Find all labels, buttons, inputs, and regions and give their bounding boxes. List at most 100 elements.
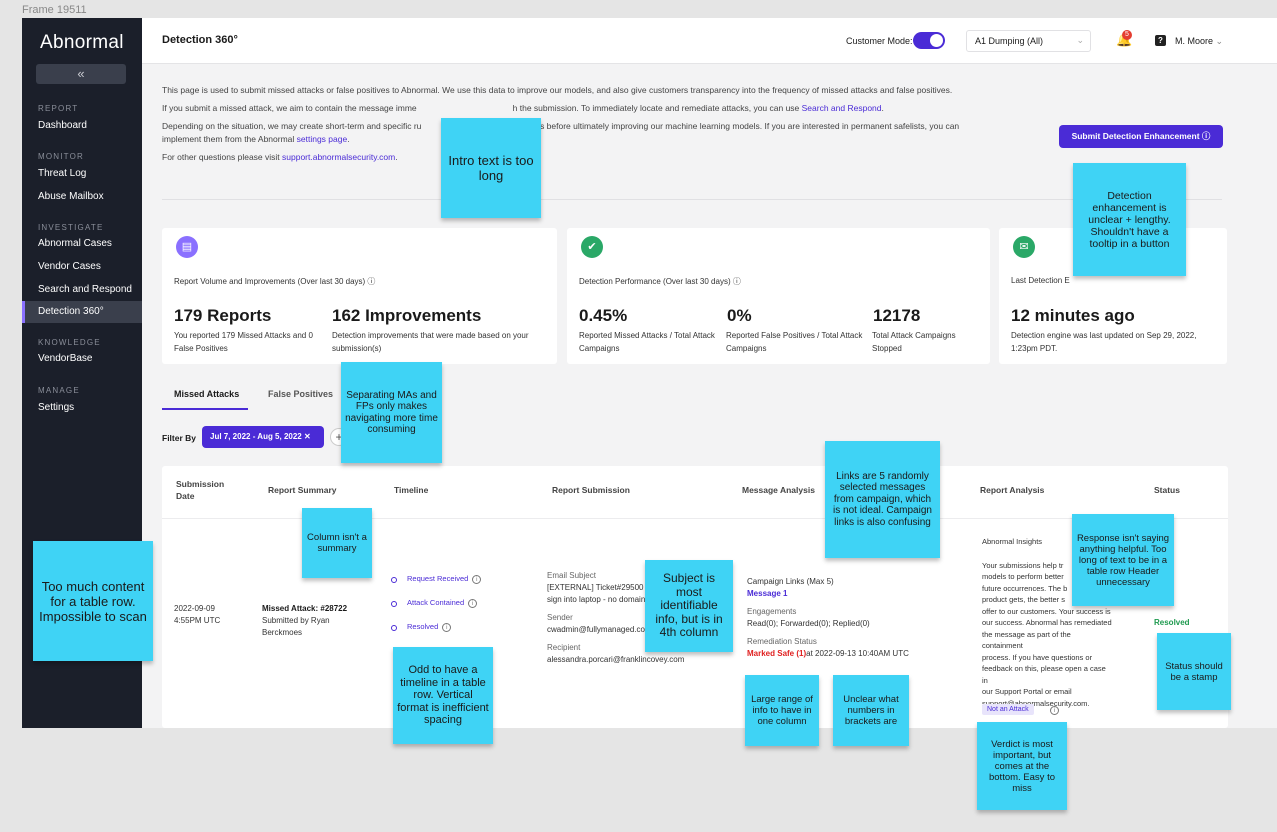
search-and-respond-link[interactable]: Search and Respond [802, 103, 882, 113]
filter-label: Filter By [162, 433, 197, 443]
nav-section-monitor: MONITOR [38, 152, 85, 161]
info-icon[interactable]: i [442, 622, 452, 632]
sticky-note: Status should be a stamp [1157, 633, 1231, 710]
sidebar-item-detection-360[interactable]: Detection 360° [22, 301, 142, 323]
column-header-message-analysis[interactable]: Message Analysis [742, 484, 815, 496]
insights-line: offer to our customers. Your success is [982, 606, 1111, 616]
campaign-links-label: Campaign Links (Max 5) [747, 577, 834, 586]
insights-line: our success. Abnormal has remediated [982, 618, 1112, 627]
shield-icon: ✔ [581, 236, 603, 258]
tenant-select[interactable]: A1 Dumping (All) ⌄ [966, 30, 1091, 52]
sidebar-item-dashboard[interactable]: Dashboard [22, 115, 142, 137]
sticky-note: Column isn't a summary [302, 508, 372, 578]
submit-detection-enhancement-button[interactable]: Submit Detection Enhancement ⓘ [1059, 125, 1223, 148]
timeline-dot [391, 601, 397, 607]
intro-paragraph-4: For other questions please visit support… [162, 152, 398, 162]
settings-page-link[interactable]: settings page [297, 134, 348, 144]
sidebar-item-vendor-cases[interactable]: Vendor Cases [22, 256, 142, 278]
sidebar-item-settings[interactable]: Settings [22, 397, 142, 419]
tenant-select-value: A1 Dumping (All) [975, 36, 1044, 46]
timeline-request-received: Request Received i [407, 574, 482, 584]
sidebar-item-threat-log[interactable]: Threat Log [22, 163, 142, 185]
info-icon[interactable]: i [1050, 706, 1059, 715]
submitted-by: Submitted by Ryan Berckmoes [262, 616, 330, 637]
sidebar-item-vendorbase[interactable]: VendorBase [22, 348, 142, 370]
report-submission: Email Subject [EXTERNAL] Ticket#29500 si… [547, 570, 685, 666]
timeline-dot [391, 625, 397, 631]
engagements-label: Engagements [747, 607, 797, 616]
column-header-date[interactable]: Submission Date [176, 478, 236, 502]
campaigns-stopped: 12178 [873, 306, 921, 325]
reports-desc: You reported 179 Missed Attacks and 0 Fa… [174, 331, 313, 353]
info-icon[interactable]: i [468, 598, 478, 608]
sticky-note: Detection enhancement is unclear + lengt… [1073, 163, 1186, 276]
message-analysis: Campaign Links (Max 5) Message 1 Engagem… [747, 576, 947, 660]
customer-mode-toggle[interactable] [913, 32, 945, 49]
intro-text-segment: For other questions please visit [162, 152, 283, 162]
top-header: Detection 360° Customer Mode: A1 Dumping… [142, 18, 1277, 64]
last-update-desc: Detection engine was last updated on Sep… [1011, 331, 1197, 353]
column-header-report-analysis[interactable]: Report Analysis [980, 484, 1044, 496]
nav-section-report: REPORT [38, 104, 79, 113]
logo[interactable]: Abnormal [40, 32, 124, 54]
sticky-note: Verdict is most important, but comes at … [977, 722, 1067, 810]
sticky-note: Response isn't saying anything helpful. … [1072, 514, 1174, 606]
sender: cwadmin@fullymanaged.co [547, 625, 645, 634]
nav-section-investigate: INVESTIGATE [38, 223, 104, 232]
column-header-summary[interactable]: Report Summary [268, 484, 337, 496]
remediation-label: Remediation Status [747, 637, 817, 646]
sticky-note: Too much content for a table row. Imposs… [33, 541, 153, 661]
chat-icon: ▤ [176, 236, 198, 258]
insights-line: the message as part of the containment [982, 629, 1071, 651]
chevron-down-icon: ⌄ [1215, 36, 1224, 46]
active-tab-indicator [162, 408, 248, 410]
help-icon[interactable]: ? [1155, 35, 1166, 46]
column-header-timeline[interactable]: Timeline [394, 484, 428, 496]
intro-text-segment: If you submit a missed attack, we aim to… [162, 103, 417, 113]
email-subject: [EXTERNAL] Ticket#29500 [547, 583, 644, 592]
missed-rate-desc: Reported Missed Attacks / Total Attack C… [579, 331, 715, 353]
recipient: alessandra.porcari@franklincovey.com [547, 655, 685, 664]
sidebar-item-abuse-mailbox[interactable]: Abuse Mailbox [22, 186, 142, 208]
sidebar-item-search-and-respond[interactable]: Search and Respond [22, 279, 142, 301]
toggle-knob [930, 34, 943, 47]
sticky-note: Links are 5 randomly selected messages f… [825, 441, 940, 558]
last-update-time: 12 minutes ago [1011, 306, 1135, 325]
column-header-submission[interactable]: Report Submission [552, 484, 630, 496]
improvements-desc: Detection improvements that were made ba… [332, 331, 529, 353]
support-link[interactable]: support.abnormalsecurity.com [282, 152, 395, 162]
missed-rate: 0.45% [579, 306, 628, 325]
campaign-message-link[interactable]: Message 1 [747, 588, 947, 600]
engagements: Read(0); Forwarded(0); Replied(0) [747, 619, 870, 628]
nav-section-knowledge: KNOWLEDGE [38, 338, 101, 347]
info-icon[interactable]: i [472, 574, 482, 584]
intro-text: This page is used to submit missed attac… [162, 84, 972, 169]
user-menu[interactable]: M. Moore ⌄ [1175, 36, 1223, 47]
collapse-sidebar-button[interactable]: « [36, 64, 126, 84]
sticky-note: Intro text is too long [441, 118, 541, 218]
verdict-badge: Not an Attack [982, 704, 1034, 715]
divider [162, 199, 1222, 200]
notification-badge: 5 [1122, 30, 1132, 40]
timeline-label: Attack Contained [407, 598, 465, 607]
card-title: Last Detection E [1011, 276, 1070, 285]
tab-false-positives[interactable]: False Positives [268, 389, 333, 399]
intro-text-segment: Depending on the situation, we may creat… [162, 121, 422, 131]
timeline-label: Request Received [407, 574, 469, 583]
remediation-time: at 2022-09-13 10:40AM UTC [806, 649, 909, 658]
marked-safe-link[interactable]: Marked Safe (1) [747, 649, 806, 658]
missed-attack-id[interactable]: Missed Attack: #28722 [262, 604, 347, 613]
insights-line: process. If you have questions or [982, 652, 1093, 662]
reports-count: 179 Reports [174, 306, 272, 325]
insights-line: our Support Portal or email [982, 687, 1072, 696]
sidebar-item-abnormal-cases[interactable]: Abnormal Cases [22, 233, 142, 255]
date-value: 2022-09-09 [174, 604, 215, 613]
date-filter-chip[interactable]: Jul 7, 2022 - Aug 5, 2022 ✕ [202, 426, 324, 448]
insights-line: feedback on this, please open a case in [982, 664, 1106, 685]
sticky-note: Large range of info to have in one colum… [745, 675, 819, 746]
frame-label: Frame 19511 [22, 4, 87, 16]
tab-missed-attacks[interactable]: Missed Attacks [174, 389, 239, 399]
email-subject-label: Email Subject [547, 571, 596, 580]
column-header-status[interactable]: Status [1154, 484, 1180, 496]
submission-date: 2022-09-09 4:55PM UTC [174, 603, 220, 627]
